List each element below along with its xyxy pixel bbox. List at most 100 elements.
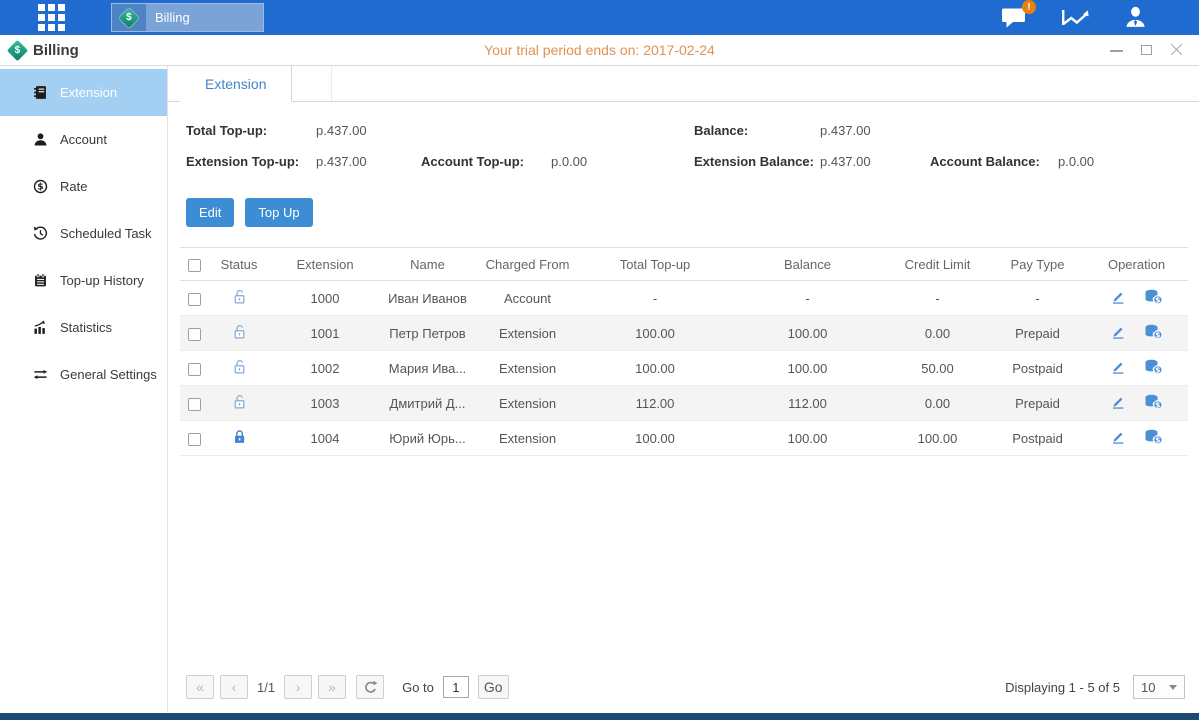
svg-text:$: $ [1155, 295, 1160, 304]
edit-pencil-icon[interactable] [1110, 359, 1126, 375]
column-header-charged-from: Charged From [475, 248, 580, 281]
system-topbar: $ Billing ! [0, 0, 1199, 35]
topup-coins-icon[interactable]: $ [1144, 289, 1163, 305]
taskbar-tab-billing[interactable]: $ Billing [111, 3, 264, 32]
rate-icon: $ [32, 179, 48, 194]
topup-coins-icon[interactable]: $ [1144, 429, 1163, 445]
row-checkbox[interactable] [188, 363, 201, 376]
window-titlebar: $ Billing Your trial period ends on: 201… [0, 35, 1199, 66]
tab-extension[interactable]: Extension [180, 66, 292, 102]
prev-page-button[interactable]: ‹ [220, 675, 248, 699]
row-checkbox[interactable] [188, 293, 201, 306]
close-button[interactable] [1170, 44, 1183, 56]
cell-extension: 1004 [270, 421, 380, 456]
extension-balance-value: p.437.00 [820, 154, 930, 169]
balance-value: p.437.00 [820, 123, 871, 138]
cell-pay-type: Postpaid [990, 421, 1085, 456]
window-title-area: $ Billing [10, 42, 79, 59]
messages-chat-icon[interactable]: ! [1001, 7, 1027, 28]
sidebar-item-top-up-history[interactable]: Top-up History [0, 257, 167, 304]
first-page-button[interactable]: « [186, 675, 214, 699]
edit-pencil-icon[interactable] [1110, 324, 1126, 340]
topbar-actions: ! [1001, 6, 1147, 29]
balance-label: Balance: [694, 123, 820, 138]
cell-credit-limit: 50.00 [885, 351, 990, 386]
page-size-select[interactable]: 10 [1133, 675, 1185, 699]
sidebar-item-account[interactable]: Account [0, 116, 167, 163]
taskbar-tab-label: Billing [155, 10, 190, 25]
cell-credit-limit: - [885, 281, 990, 316]
maximize-button[interactable] [1140, 44, 1153, 56]
cell-status [208, 351, 270, 386]
statistics-icon [32, 320, 48, 335]
user-account-icon[interactable] [1124, 6, 1147, 29]
cell-operation: $ [1085, 386, 1188, 421]
cell-total-topup: 100.00 [580, 316, 730, 351]
sidebar-item-label: Rate [60, 179, 87, 194]
column-header-pay-type: Pay Type [990, 248, 1085, 281]
go-button[interactable]: Go [478, 675, 509, 699]
sidebar: ExtensionAccount $ Rate Scheduled TaskTop-u… [0, 66, 168, 712]
general-settings-icon [32, 367, 48, 382]
cell-balance: 100.00 [730, 316, 885, 351]
edit-pencil-icon[interactable] [1110, 394, 1126, 410]
cell-operation: $ [1085, 281, 1188, 316]
table-row-extension-1001: 1001Петр ПетровExtension100.00100.000.00… [180, 316, 1188, 351]
topup-coins-icon[interactable]: $ [1144, 359, 1163, 375]
svg-text:$: $ [1155, 435, 1160, 444]
cell-total-topup: 100.00 [580, 351, 730, 386]
extension-balance-label: Extension Balance: [694, 154, 820, 169]
table-row-extension-1004: 1004Юрий Юрь...Extension100.00100.00100.… [180, 421, 1188, 456]
cell-total-topup: - [580, 281, 730, 316]
column-header-operation: Operation [1085, 248, 1188, 281]
column-header-extension: Extension [270, 248, 380, 281]
cell-charged-from: Extension [475, 386, 580, 421]
minimize-button[interactable] [1110, 44, 1123, 56]
action-buttons: Edit Top Up [186, 198, 1199, 227]
cell-extension: 1000 [270, 281, 380, 316]
resource-monitor-icon[interactable] [1061, 7, 1090, 28]
cell-status [208, 316, 270, 351]
last-page-button[interactable]: » [318, 675, 346, 699]
sidebar-item-general-settings[interactable]: General Settings [0, 351, 167, 398]
tab-strip-divider [292, 66, 332, 101]
cell-pay-type: Prepaid [990, 316, 1085, 351]
select-all-checkbox[interactable] [188, 259, 201, 272]
cell-extension: 1001 [270, 316, 380, 351]
sidebar-item-extension[interactable]: Extension [0, 69, 167, 116]
edit-pencil-icon[interactable] [1110, 289, 1126, 305]
column-header-status: Status [208, 248, 270, 281]
edit-button[interactable]: Edit [186, 198, 234, 227]
row-checkbox[interactable] [188, 328, 201, 341]
cell-operation: $ [1085, 316, 1188, 351]
cell-pay-type: Prepaid [990, 386, 1085, 421]
sidebar-item-statistics[interactable]: Statistics [0, 304, 167, 351]
lock-open-icon [232, 289, 247, 305]
extension-icon [32, 85, 48, 100]
topup-coins-icon[interactable]: $ [1144, 394, 1163, 410]
table-row-extension-1002: 1002Мария Ива...Extension100.00100.0050.… [180, 351, 1188, 386]
cell-pay-type: Postpaid [990, 351, 1085, 386]
table-body: 1000Иван ИвановAccount----$1001Петр Петр… [180, 281, 1188, 456]
column-header-credit-limit: Credit Limit [885, 248, 990, 281]
next-page-button[interactable]: › [284, 675, 312, 699]
row-checkbox[interactable] [188, 398, 201, 411]
goto-page-input[interactable] [443, 676, 469, 698]
sidebar-item-rate[interactable]: $ Rate [0, 163, 167, 210]
refresh-button[interactable] [356, 675, 384, 699]
cell-name: Иван Иванов [380, 281, 475, 316]
pagination-bar: « ‹ 1/1 › » Go to Go Displaying 1 - 5 of… [168, 668, 1199, 712]
sidebar-item-label: Statistics [60, 320, 112, 335]
svg-text:$: $ [1155, 365, 1160, 374]
extensions-table: StatusExtensionNameCharged FromTotal Top… [180, 247, 1188, 456]
row-checkbox[interactable] [188, 433, 201, 446]
topup-coins-icon[interactable]: $ [1144, 324, 1163, 340]
cell-name: Мария Ива... [380, 351, 475, 386]
sidebar-item-scheduled-task[interactable]: Scheduled Task [0, 210, 167, 257]
cell-operation: $ [1085, 351, 1188, 386]
edit-pencil-icon[interactable] [1110, 429, 1126, 445]
apps-grid-icon[interactable] [38, 4, 65, 31]
svg-text:$: $ [1155, 400, 1160, 409]
top-up-button[interactable]: Top Up [245, 198, 312, 227]
svg-text:$: $ [1155, 330, 1160, 339]
